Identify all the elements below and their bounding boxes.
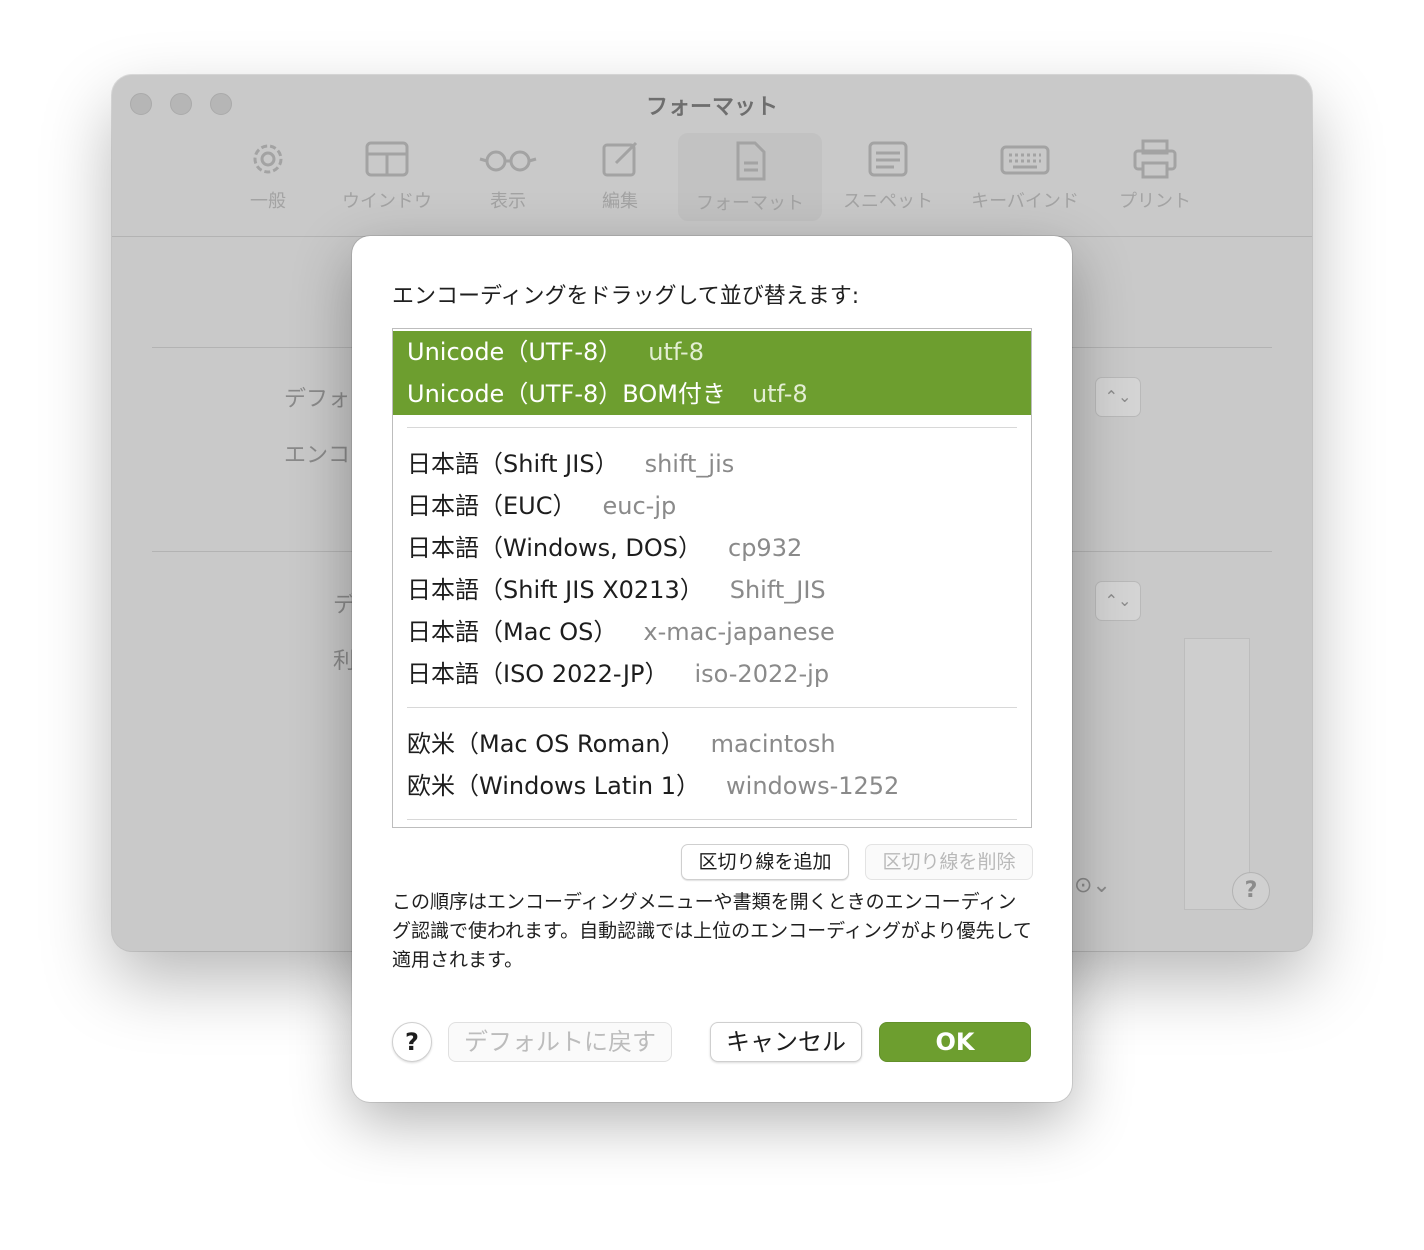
instruction-label: エンコーディングをドラッグして並び替えます: <box>392 284 860 309</box>
encoding-name: 欧米（Windows Latin 1） <box>407 772 701 800</box>
encoding-list[interactable]: Unicode（UTF-8） utf-8 Unicode（UTF-8）BOM付き u… <box>392 328 1032 828</box>
window-icon <box>365 141 409 177</box>
window-title: フォーマット <box>645 95 778 120</box>
encoding-name: 日本語（EUC） <box>407 492 577 520</box>
encoding-name: 日本語（Windows, DOS） <box>407 534 702 562</box>
encoding-code: shift_jis <box>644 450 735 478</box>
toolbar-window[interactable]: ウインドウ <box>327 137 447 213</box>
encoding-order-sheet: エンコーディングをドラッグして並び替えます: Unicode（UTF-8） utf… <box>352 236 1072 1102</box>
more-actions-icon[interactable]: ⊙⌄ <box>1074 873 1111 898</box>
document-icon <box>736 141 766 181</box>
restore-default-button[interactable]: デフォルトに戻す <box>448 1022 672 1062</box>
list-separator[interactable] <box>407 707 1017 708</box>
ok-button[interactable]: OK <box>879 1022 1031 1062</box>
encoding-row[interactable]: Unicode（UTF-8） utf-8 <box>393 331 1031 373</box>
encoding-row[interactable]: 日本語（Mac OS） x-mac-japanese <box>393 611 1031 653</box>
encoding-row[interactable]: 日本語（ISO 2022-JP） iso-2022-jp <box>393 653 1031 695</box>
encoding-code: windows-1252 <box>726 772 900 800</box>
default-encoding-label: デフォ <box>284 387 351 412</box>
toolbar-snippet[interactable]: スニペット <box>828 137 948 213</box>
list-separator[interactable] <box>407 819 1017 820</box>
encoding-name: Unicode（UTF-8） <box>407 338 623 366</box>
encoding-row[interactable]: Unicode（UTF-8）BOM付き utf-8 <box>393 373 1031 415</box>
printer-icon <box>1133 139 1177 179</box>
encoding-row[interactable]: 日本語（EUC） euc-jp <box>393 485 1031 527</box>
toolbar-edit[interactable]: 編集 <box>560 137 680 213</box>
encoding-code: cp932 <box>728 534 803 562</box>
toolbar-keybind[interactable]: キーバインド <box>960 137 1090 213</box>
toolbar-general-label: 一般 <box>250 191 286 212</box>
toolbar-snippet-label: スニペット <box>843 191 933 212</box>
toolbar-view-label: 表示 <box>490 191 526 212</box>
add-separator-button[interactable]: 区切り線を追加 <box>681 844 849 880</box>
encoding-name: Unicode（UTF-8）BOM付き <box>407 380 726 408</box>
toolbar-window-label: ウインドウ <box>342 191 432 212</box>
remove-separator-button[interactable]: 区切り線を削除 <box>865 844 1033 880</box>
help-button[interactable]: ? <box>392 1022 432 1062</box>
encoding-label: エンコ <box>284 443 351 468</box>
encoding-row[interactable]: 日本語（Shift JIS） shift_jis <box>393 443 1031 485</box>
encoding-name: 日本語（ISO 2022-JP） <box>407 660 669 688</box>
toolbar-general[interactable]: 一般 <box>208 137 328 213</box>
window-help-button[interactable]: ? <box>1232 872 1270 910</box>
toolbar-view[interactable]: 表示 <box>448 137 568 213</box>
gear-icon <box>253 144 283 174</box>
encoding-code: utf-8 <box>648 338 704 366</box>
toolbar-print[interactable]: プリント <box>1095 137 1215 213</box>
encoding-row[interactable]: 欧米（Windows Latin 1） windows-1252 <box>393 765 1031 807</box>
encoding-row[interactable]: 日本語（Windows, DOS） cp932 <box>393 527 1031 569</box>
encoding-name: 日本語（Shift JIS X0213） <box>407 576 704 604</box>
encoding-popup-stepper[interactable]: ⌃⌄ <box>1095 377 1141 417</box>
list-separator[interactable] <box>407 427 1017 428</box>
description-text: この順序はエンコーディングメニューや書類を開くときのエンコーディング認識で使われ… <box>392 891 1032 971</box>
encoding-name: 日本語（Mac OS） <box>407 618 618 646</box>
cancel-button[interactable]: キャンセル <box>710 1022 862 1062</box>
encoding-row[interactable]: 日本語（Shift JIS X0213） Shift_JIS <box>393 569 1031 611</box>
edit-icon <box>602 141 638 177</box>
encoding-code: macintosh <box>710 730 836 758</box>
toolbar-keybind-label: キーバインド <box>971 191 1079 212</box>
toolbar-format-label: フォーマット <box>696 193 804 214</box>
toolbar-format[interactable]: フォーマット <box>678 133 822 221</box>
encoding-code: x-mac-japanese <box>643 618 835 646</box>
syntax-list[interactable] <box>1184 638 1250 910</box>
encoding-name: 日本語（Shift JIS） <box>407 450 619 478</box>
encoding-code: euc-jp <box>602 492 677 520</box>
keyboard-icon <box>1000 145 1050 175</box>
encoding-code: utf-8 <box>751 380 808 408</box>
snippet-icon <box>868 141 908 177</box>
encoding-code: Shift_JIS <box>729 576 826 604</box>
syntax-popup-stepper[interactable]: ⌃⌄ <box>1095 581 1141 621</box>
toolbar-edit-label: 編集 <box>602 191 638 212</box>
toolbar-print-label: プリント <box>1119 191 1191 212</box>
glasses-icon <box>479 150 537 172</box>
encoding-name: 欧米（Mac OS Roman） <box>407 730 685 758</box>
encoding-code: iso-2022-jp <box>694 660 830 688</box>
encoding-row[interactable]: 欧米（Mac OS Roman） macintosh <box>393 723 1031 765</box>
